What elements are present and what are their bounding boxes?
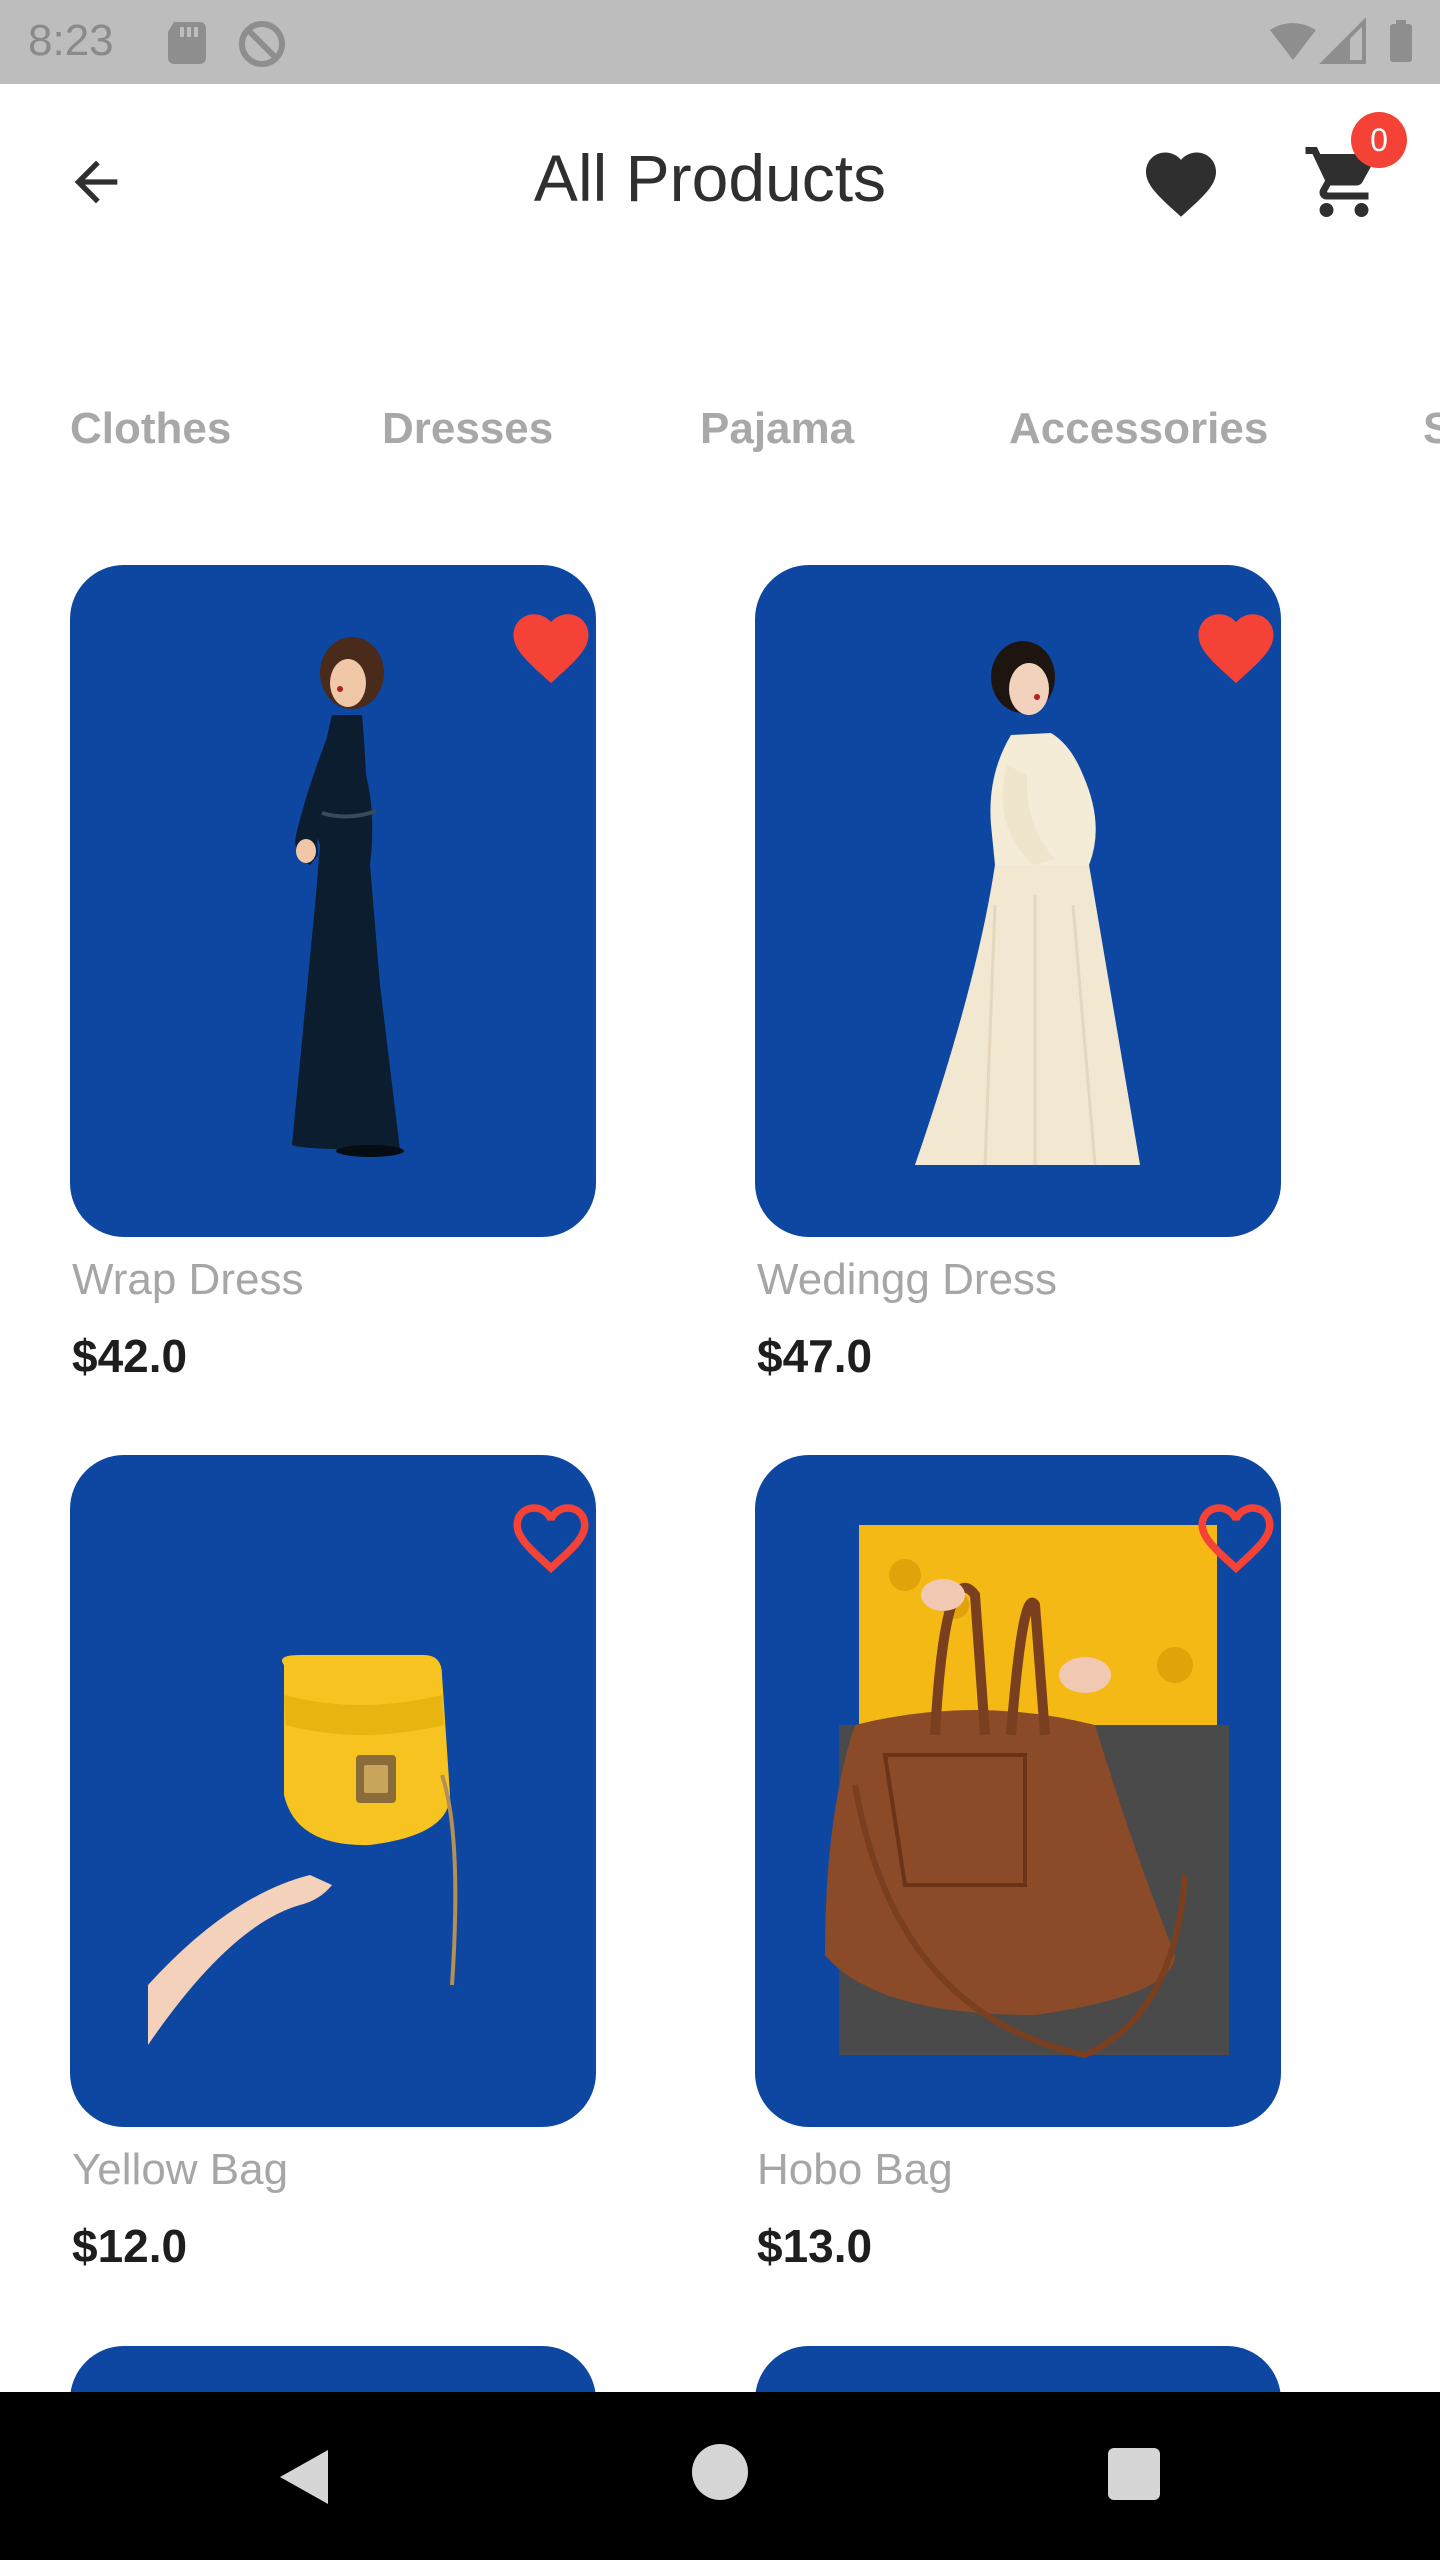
app-bar: All Products xyxy=(0,84,1440,284)
favorite-button[interactable] xyxy=(1191,1493,1281,1583)
product-card-yellow-bag[interactable]: Yellow Bag $12.0 xyxy=(70,1455,596,2285)
product-name: Yellow Bag xyxy=(72,2145,289,2194)
category-tabs: Clothes Dresses Pajama Accessories S xyxy=(0,390,1440,480)
product-card-wrap-dress[interactable]: Wrap Dress $42.0 xyxy=(70,565,596,1395)
cart-count-badge: 0 xyxy=(1351,112,1407,168)
heart-outline-icon xyxy=(513,1504,589,1574)
product-image[interactable] xyxy=(755,1455,1281,2127)
status-bar: 8:23 xyxy=(0,0,1440,84)
signal-battery-icons xyxy=(1270,18,1412,64)
heart-outline-icon xyxy=(1198,1504,1274,1574)
status-time: 8:23 xyxy=(28,16,114,65)
system-nav-bar xyxy=(0,2392,1440,2560)
product-image[interactable] xyxy=(755,565,1281,1237)
nav-recent-apps-icon[interactable] xyxy=(1108,2448,1160,2500)
tab-pajama[interactable]: Pajama xyxy=(700,404,854,454)
heart-icon xyxy=(1146,152,1216,217)
product-card-hobo-bag[interactable]: Hobo Bag $13.0 xyxy=(755,1455,1281,2285)
product-image[interactable] xyxy=(70,565,596,1237)
nav-home-icon[interactable] xyxy=(692,2444,748,2500)
nav-back-icon[interactable] xyxy=(270,2442,340,2512)
tab-partial[interactable]: S xyxy=(1423,404,1440,454)
product-name: Hobo Bag xyxy=(757,2145,953,2194)
tab-accessories[interactable]: Accessories xyxy=(1009,404,1268,454)
tab-clothes[interactable]: Clothes xyxy=(70,404,231,454)
favorite-button[interactable] xyxy=(1191,603,1281,693)
sync-disabled-icon xyxy=(239,21,285,67)
product-price: $47.0 xyxy=(757,1330,873,1382)
favorites-button[interactable] xyxy=(1136,144,1226,224)
product-card-wedding-dress[interactable]: Wedingg Dress $47.0 xyxy=(755,565,1281,1395)
product-name: Wedingg Dress xyxy=(757,1255,1057,1304)
product-price: $13.0 xyxy=(757,2220,873,2272)
favorite-button[interactable] xyxy=(506,603,596,693)
tab-dresses[interactable]: Dresses xyxy=(382,404,553,454)
product-price: $42.0 xyxy=(72,1330,188,1382)
heart-filled-icon xyxy=(1198,614,1274,684)
product-price: $12.0 xyxy=(72,2220,188,2272)
heart-filled-icon xyxy=(513,614,589,684)
product-name: Wrap Dress xyxy=(72,1255,304,1304)
product-image[interactable] xyxy=(70,1455,596,2127)
sd-card-icon xyxy=(168,22,206,64)
favorite-button[interactable] xyxy=(506,1493,596,1583)
